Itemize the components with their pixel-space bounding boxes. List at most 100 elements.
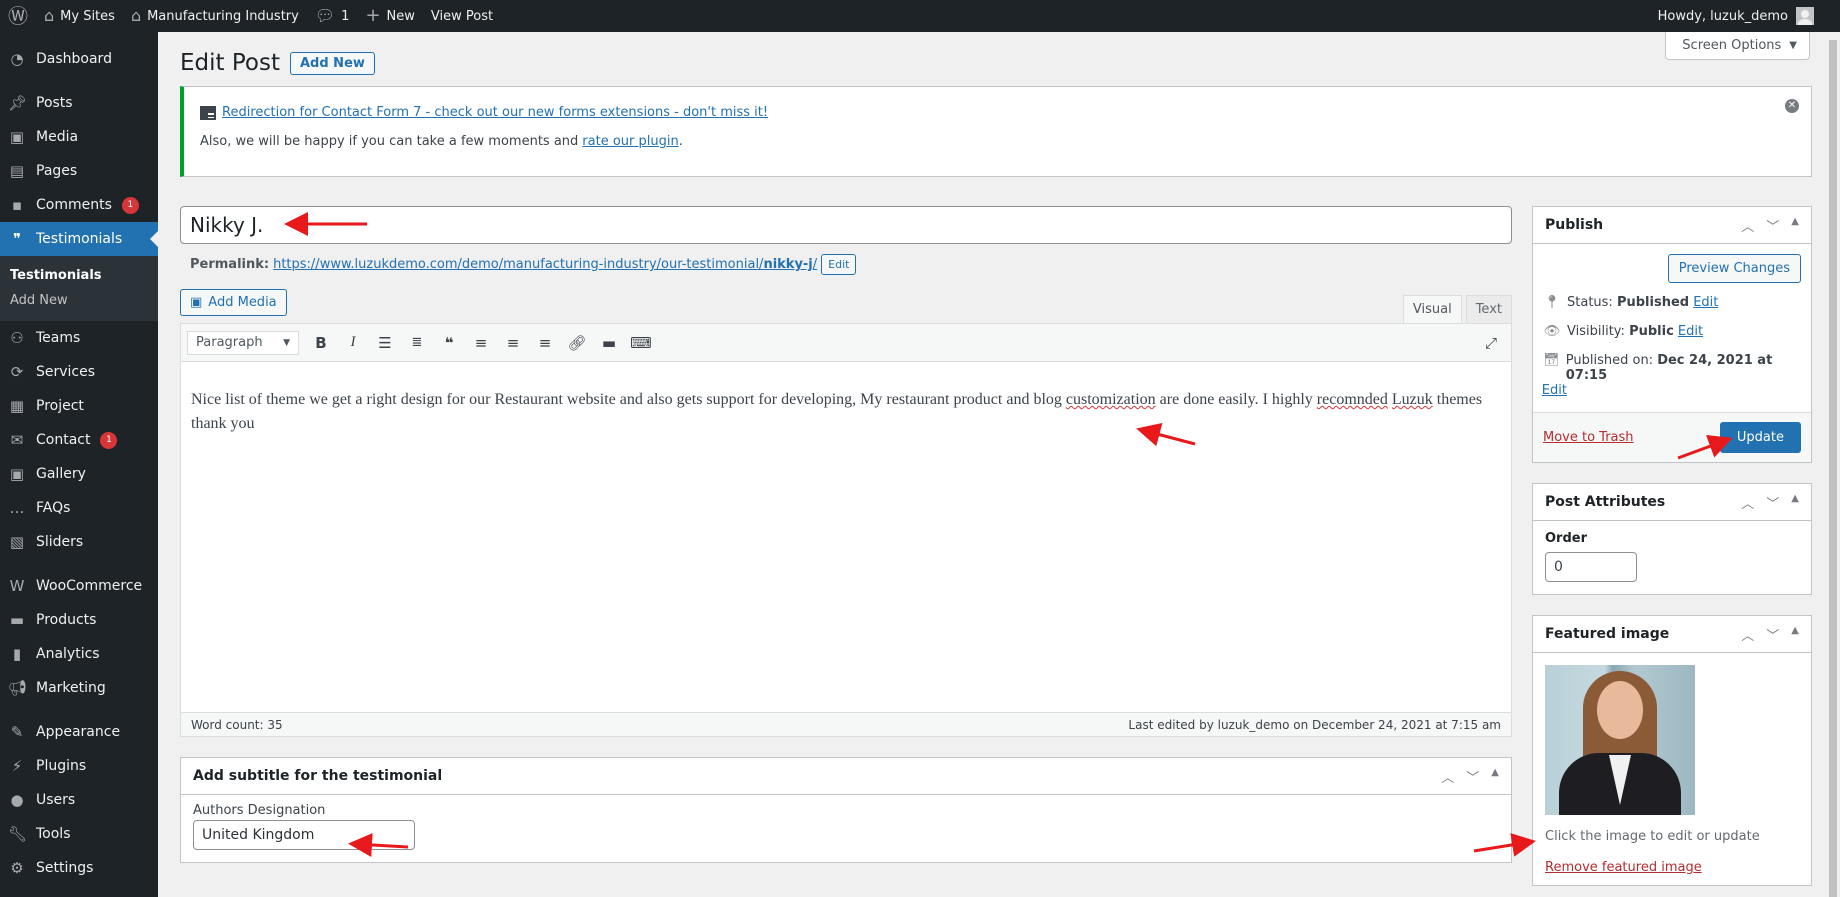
move-to-trash-link[interactable]: Move to Trash [1543, 430, 1634, 445]
my-sites-menu[interactable]: ⌂ My Sites [36, 0, 123, 32]
submenu-item[interactable]: Testimonials [0, 263, 158, 288]
status-row: 📍︎ Status: Published Edit [1543, 295, 1801, 310]
admin-bar: Ⓦ ⌂ My Sites ⌂ Manufacturing Industry 💬︎ 1 … [0, 0, 1840, 32]
bullet-list-icon[interactable]: ☰ [371, 329, 399, 357]
sidebar-item-plugins[interactable]: ⚡︎ Plugins [0, 749, 158, 783]
count-badge: 1 [100, 431, 118, 449]
wp-logo-menu[interactable]: Ⓦ [0, 0, 36, 32]
groups-icon: ⚇ [10, 329, 24, 347]
submenu-item[interactable]: Add New [0, 288, 158, 313]
scrollbar-thumb[interactable] [1829, 40, 1837, 897]
home-icon: ⌂ [130, 6, 142, 25]
permalink-link[interactable]: https://www.luzukdemo.com/demo/manufactu… [273, 257, 817, 272]
bold-icon[interactable]: B [307, 329, 335, 357]
sidebar-item-dashboard[interactable]: ◔ Dashboard [0, 42, 158, 76]
toggle-panel-icon[interactable]: ▲ [1791, 493, 1799, 512]
sidebar-item-contact[interactable]: ✉ Contact 1 [0, 423, 158, 457]
sidebar-item-teams[interactable]: ⚇ Teams [0, 321, 158, 355]
megaphone-icon: 📢︎ [8, 679, 28, 697]
add-new-button[interactable]: Add New [289, 51, 375, 75]
page-scrollbar[interactable] [1826, 32, 1840, 897]
grid-icon: ▦ [9, 397, 25, 415]
page-title: Edit Post [180, 50, 280, 76]
sidebar-item-pages[interactable]: ▤ Pages [0, 154, 158, 188]
move-up-icon[interactable]: ︿ [1441, 767, 1454, 786]
edit-date-link[interactable]: Edit [1542, 383, 1567, 398]
toggle-panel-icon[interactable]: ▲ [1791, 216, 1799, 235]
align-right-icon[interactable]: ≡ [531, 329, 559, 357]
sidebar-item-users[interactable]: ● Users [0, 783, 158, 817]
toolbar-toggle-icon[interactable]: ⌨ [627, 329, 655, 357]
post-body: Nikky J. Permalink: https://www.luzukdem… [180, 206, 1512, 863]
status-label: Status: [1567, 295, 1613, 310]
sidebar-item-faqs[interactable]: … FAQs [0, 491, 158, 525]
metabox-title: Post Attributes [1545, 494, 1666, 510]
misspelled-word: customization [1065, 391, 1156, 408]
new-content-menu[interactable]: + New [357, 0, 422, 32]
published-label: Published on: [1565, 353, 1654, 368]
add-media-button[interactable]: ▣ Add Media [180, 289, 287, 316]
dismiss-icon[interactable]: ✕ [1785, 99, 1799, 113]
remove-featured-image-link[interactable]: Remove featured image [1545, 860, 1799, 875]
tab-text[interactable]: Text [1465, 295, 1512, 323]
preview-changes-button[interactable]: Preview Changes [1667, 254, 1801, 283]
edit-status-link[interactable]: Edit [1693, 295, 1718, 310]
sidebar-item-services[interactable]: ⟳ Services [0, 355, 158, 389]
comments-menu[interactable]: 💬︎ 1 [307, 0, 358, 32]
published-on-row: 📅︎ Published on: Dec 24, 2021 at 07:15 Ed… [1542, 353, 1801, 398]
sidebar-item-comments[interactable]: ▪ Comments 1 [0, 188, 158, 222]
permalink-edit-button[interactable]: Edit [821, 254, 857, 275]
move-down-icon[interactable]: ﹀ [1766, 625, 1779, 644]
align-center-icon[interactable]: ≡ [499, 329, 527, 357]
sidebar-item-posts[interactable]: 📌︎ Posts [0, 86, 158, 120]
my-sites-label: My Sites [60, 8, 115, 24]
editor-content[interactable]: Nice list of theme we get a right design… [181, 362, 1511, 712]
sidebar-item-label: Media [36, 129, 79, 145]
view-post-link[interactable]: View Post [423, 0, 501, 32]
sidebar-item-media[interactable]: ▣ Media [0, 120, 158, 154]
sidebar-item-gallery[interactable]: ▣ Gallery [0, 457, 158, 491]
sidebar-item-testimonials[interactable]: ❞ Testimonials [0, 222, 158, 256]
sidebar-item-woocommerce[interactable]: W WooCommerce [0, 569, 158, 603]
read-more-icon[interactable]: ▬ [595, 329, 623, 357]
notice-link[interactable]: Redirection for Contact Form 7 - check o… [222, 105, 768, 120]
sidebar-item-settings[interactable]: ⚙ Settings [0, 851, 158, 885]
sidebar-item-marketing[interactable]: 📢︎ Marketing [0, 671, 158, 705]
move-up-icon[interactable]: ︿ [1741, 493, 1754, 512]
permalink-label: Permalink: [190, 257, 270, 272]
edit-visibility-link[interactable]: Edit [1678, 324, 1703, 339]
align-left-icon[interactable]: ≡ [467, 329, 495, 357]
toggle-panel-icon[interactable]: ▲ [1791, 625, 1799, 644]
move-up-icon[interactable]: ︿ [1741, 216, 1754, 235]
screen-options-button[interactable]: Screen Options ▼ [1665, 32, 1810, 60]
sidebar-item-appearance[interactable]: ✎ Appearance [0, 715, 158, 749]
site-name-menu[interactable]: ⌂ Manufacturing Industry [123, 0, 307, 32]
format-select[interactable]: Paragraph ▼ [187, 330, 299, 355]
account-menu[interactable]: Howdy, luzuk_demo [1658, 7, 1840, 25]
sidebar-item-project[interactable]: ▦ Project [0, 389, 158, 423]
sidebar-item-analytics[interactable]: ▮ Analytics [0, 637, 158, 671]
sidebar-item-label: Analytics [36, 646, 100, 662]
rate-plugin-link[interactable]: rate our plugin [582, 134, 678, 149]
numbered-list-icon[interactable]: ≣ [403, 329, 431, 357]
order-input[interactable]: 0 [1545, 552, 1637, 582]
fullscreen-icon[interactable]: ⤢ [1477, 329, 1505, 357]
move-down-icon[interactable]: ﹀ [1766, 216, 1779, 235]
designation-label: Authors Designation [193, 803, 326, 818]
move-up-icon[interactable]: ︿ [1741, 625, 1754, 644]
tab-visual[interactable]: Visual [1402, 295, 1462, 323]
link-icon[interactable]: 🔗︎ [563, 329, 591, 357]
featured-image-thumbnail[interactable] [1545, 665, 1695, 815]
italic-icon[interactable]: I [339, 329, 367, 357]
update-button[interactable]: Update [1719, 422, 1801, 453]
move-down-icon[interactable]: ﹀ [1766, 493, 1779, 512]
sidebar-item-sliders[interactable]: ▧ Sliders [0, 525, 158, 559]
toggle-panel-icon[interactable]: ▲ [1491, 767, 1499, 786]
sidebar-item-products[interactable]: ▬ Products [0, 603, 158, 637]
media-icon: ▣ [9, 465, 25, 483]
designation-input[interactable]: United Kingdom [193, 820, 415, 850]
sidebar-item-tools[interactable]: 🔧︎ Tools [0, 817, 158, 851]
post-title-input[interactable]: Nikky J. [180, 206, 1512, 244]
blockquote-icon[interactable]: ❝ [435, 329, 463, 357]
move-down-icon[interactable]: ﹀ [1466, 767, 1479, 786]
